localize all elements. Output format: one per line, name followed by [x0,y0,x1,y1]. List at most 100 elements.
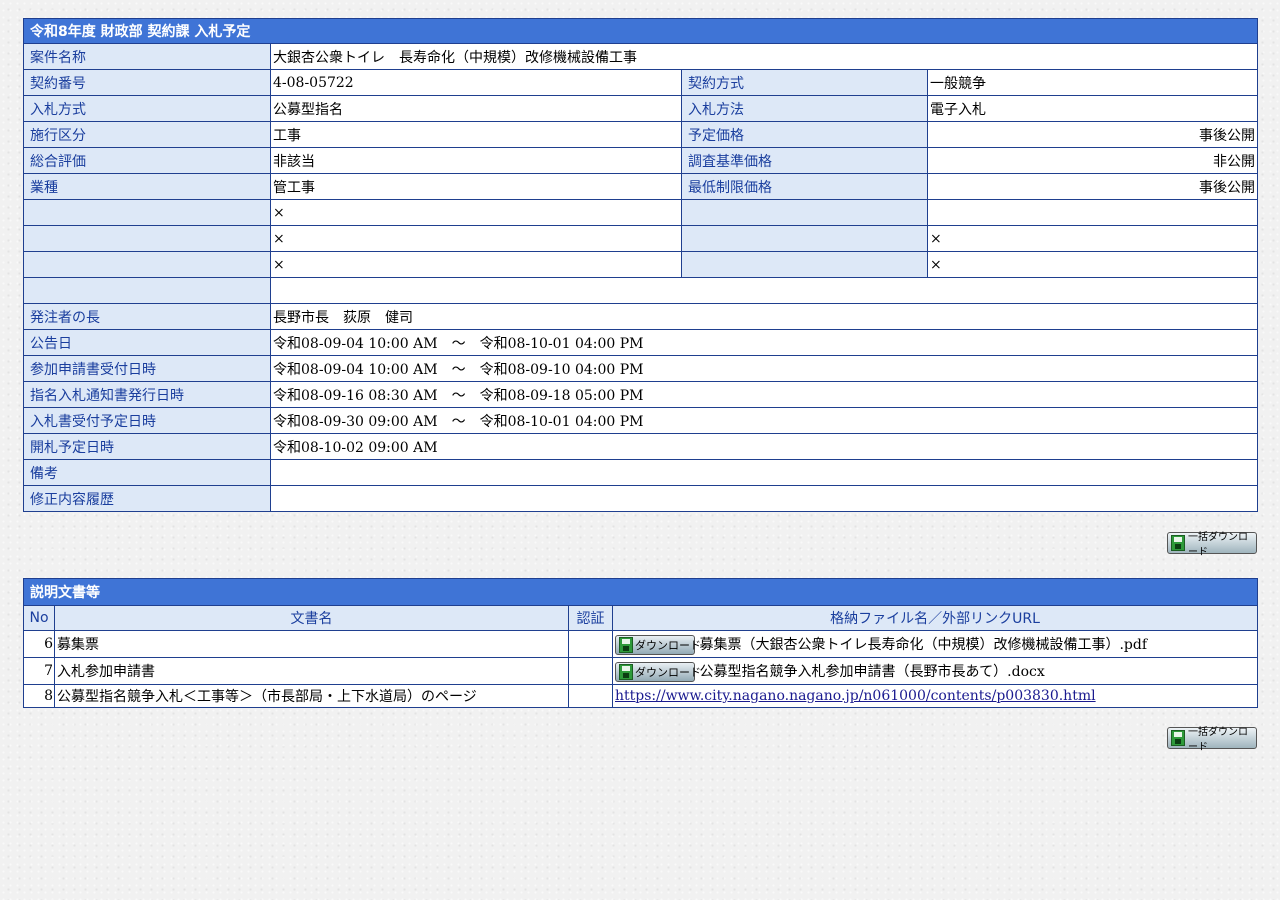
field-value: 工事 [270,121,682,148]
detail-row: 施行区分 工事 予定価格 事後公開 [23,121,1258,148]
field-value: 令和08-09-04 10:00 AM ～ 令和08-09-10 04:00 P… [270,355,1258,382]
field-value: × [270,225,682,252]
floppy-disk-icon [619,636,633,653]
detail-row: 公告日 令和08-09-04 10:00 AM ～ 令和08-10-01 04:0… [23,329,1258,356]
field-label: 参加申請書受付日時 [23,355,271,382]
detail-row: × × [23,225,1258,252]
floppy-disk-icon [619,663,633,680]
field-label [681,199,928,226]
field-label [681,251,928,278]
field-label: 業種 [23,173,271,200]
document-row: 8 公募型指名競争入札＜工事等＞（市長部局・上下水道局）のページ https://w… [23,684,1258,708]
detail-row: 開札予定日時 令和08-10-02 09:00 AM [23,433,1258,460]
doc-no: 7 [23,657,55,685]
doc-file: ダウンロード 募集票（大銀杏公衆トイレ長寿命化（中規模）改修機械設備工事）.pd… [612,630,1258,658]
field-value: 4-08-05722 [270,69,682,96]
doc-file: https://www.city.nagano.nagano.jp/n06100… [612,684,1258,708]
bulk-download-label: 一括ダウンロード [1188,532,1248,558]
detail-row: 修正内容履歴 [23,485,1258,512]
doc-name: 公募型指名競争入札＜工事等＞（市長部局・上下水道局）のページ [54,684,569,708]
external-link[interactable]: https://www.city.nagano.nagano.jp/n06100… [615,688,1096,704]
field-label: 総合評価 [23,147,271,174]
field-value: 事後公開 [927,121,1258,148]
field-label: 入札方法 [681,95,928,122]
field-label: 発注者の長 [23,303,271,330]
bid-detail-table: 令和8年度 財政部 契約課 入札予定 案件名称 大銀杏公衆トイレ 長寿命化（中規… [23,18,1258,512]
detail-row: 備考 [23,459,1258,486]
field-value: 管工事 [270,173,682,200]
field-label: 契約番号 [23,69,271,96]
field-label: 調査基準価格 [681,147,928,174]
doc-no: 8 [23,684,55,708]
field-label: 施行区分 [23,121,271,148]
field-value: × [270,199,682,226]
doc-name: 入札参加申請書 [54,657,569,685]
document-row: 6 募集票 ダウンロード 募集票（大銀杏公衆トイレ長寿命化（中規模）改修機械設備工事… [23,630,1258,658]
field-value: 非公開 [927,147,1258,174]
field-value [270,459,1258,486]
detail-row: 契約番号 4-08-05722 契約方式 一般競争 [23,69,1258,96]
field-label: 備考 [23,459,271,486]
download-button[interactable]: ダウンロード [615,634,701,655]
field-value: × [927,251,1258,278]
floppy-disk-icon [1171,535,1185,551]
col-header-no: No [23,605,55,631]
field-value: × [927,225,1258,252]
field-value: 令和08-09-16 08:30 AM ～ 令和08-09-18 05:00 P… [270,381,1258,408]
detail-row: 業種 管工事 最低制限価格 事後公開 [23,173,1258,200]
field-value: 事後公開 [927,173,1258,200]
field-value [270,277,1258,304]
doc-no: 6 [23,630,55,658]
detail-row: × × [23,251,1258,278]
page-content: 令和8年度 財政部 契約課 入札予定 案件名称 大銀杏公衆トイレ 長寿命化（中規… [23,18,1258,753]
download-button[interactable]: ダウンロード [615,661,701,682]
detail-row: 指名入札通知書発行日時 令和08-09-16 08:30 AM ～ 令和08-09… [23,381,1258,408]
field-value: 令和08-10-02 09:00 AM [270,433,1258,460]
field-label: 指名入札通知書発行日時 [23,381,271,408]
project-name-value: 大銀杏公衆トイレ 長寿命化（中規模）改修機械設備工事 [270,43,1258,70]
col-header-file: 格納ファイル名／外部リンクURL [612,605,1258,631]
field-value: 長野市長 荻原 健司 [270,303,1258,330]
field-label: 契約方式 [681,69,928,96]
doc-auth [568,630,613,658]
floppy-disk-icon [1171,730,1185,746]
doc-file: ダウンロード 公募型指名競争入札参加申請書（長野市長あて）.docx [612,657,1258,685]
bulk-download-label: 一括ダウンロード [1188,727,1248,753]
detail-row: 入札書受付予定日時 令和08-09-30 09:00 AM ～ 令和08-10-0… [23,407,1258,434]
detail-row: 総合評価 非該当 調査基準価格 非公開 [23,147,1258,174]
file-name: 公募型指名競争入札参加申請書（長野市長あて）.docx [699,663,1045,680]
detail-row [23,277,1258,304]
detail-row: 入札方式 公募型指名 入札方法 電子入札 [23,95,1258,122]
field-label [23,251,271,278]
col-header-name: 文書名 [54,605,569,631]
field-value: 令和08-09-30 09:00 AM ～ 令和08-10-01 04:00 P… [270,407,1258,434]
download-label: ダウンロード [635,665,701,679]
field-label: 入札方式 [23,95,271,122]
field-label [23,199,271,226]
col-header-auth: 認証 [568,605,613,631]
detail-row: 発注者の長 長野市長 荻原 健司 [23,303,1258,330]
document-row: 7 入札参加申請書 ダウンロード 公募型指名競争入札参加申請書（長野市長あて）.do… [23,657,1258,685]
field-value: 非該当 [270,147,682,174]
detail-row: × [23,199,1258,226]
field-label: 開札予定日時 [23,433,271,460]
detail-row: 参加申請書受付日時 令和08-09-04 10:00 AM ～ 令和08-09-1… [23,355,1258,382]
bulk-download-button-bottom[interactable]: 一括ダウンロード [1167,727,1257,753]
doc-auth [568,684,613,708]
detail-title: 令和8年度 財政部 契約課 入札予定 [23,18,1258,44]
field-label [681,225,928,252]
field-value: 令和08-09-04 10:00 AM ～ 令和08-10-01 04:00 P… [270,329,1258,356]
bulk-download-button[interactable]: 一括ダウンロード [1167,532,1257,558]
bulk-download-bar: 一括ダウンロード [23,512,1257,558]
field-value: 公募型指名 [270,95,682,122]
bulk-download-bar-bottom: 一括ダウンロード [23,708,1257,753]
documents-table: 説明文書等 No 文書名 認証 格納ファイル名／外部リンクURL 6 募集票 ダウン… [23,578,1258,708]
field-value [270,485,1258,512]
field-label: 最低制限価格 [681,173,928,200]
project-name-label: 案件名称 [23,43,271,70]
field-label [23,277,271,304]
doc-auth [568,657,613,685]
doc-name: 募集票 [54,630,569,658]
field-label: 公告日 [23,329,271,356]
field-value: × [270,251,682,278]
